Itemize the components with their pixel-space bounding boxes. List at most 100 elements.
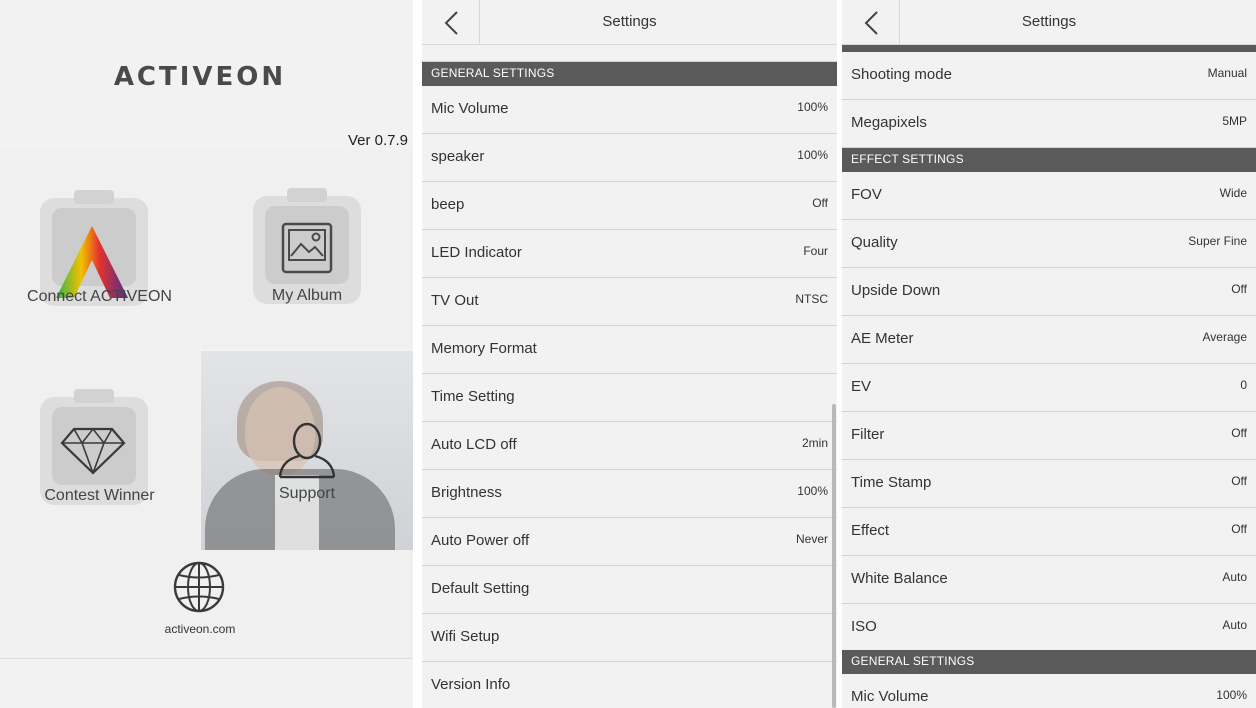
setting-label: White Balance [851,570,948,587]
settings-row-fov[interactable]: FOV Wide [842,172,1256,220]
setting-value: NTSC [795,292,828,306]
setting-value: Auto [1222,570,1247,584]
setting-label: TV Out [431,292,479,309]
setting-value: Super Fine [1188,234,1247,248]
settings-row-mic-volume[interactable]: Mic Volume 100% [422,86,837,134]
settings-row-time-setting[interactable]: Time Setting [422,374,837,422]
scrollbar[interactable] [832,404,836,708]
setting-label: Default Setting [431,580,530,597]
setting-value: Auto [1222,618,1247,632]
diamond-icon [60,427,126,475]
setting-value: Average [1202,330,1247,344]
connect-activeon-tile[interactable]: Connect ACTIVEON [0,150,199,349]
setting-label: Auto Power off [431,532,530,549]
setting-label: AE Meter [851,330,914,347]
settings-general-screen: Settings GENERAL SETTINGS Mic Volume 100%… [422,0,837,708]
setting-label: Quality [851,234,898,251]
setting-value: Wide [1219,186,1247,200]
settings-row-beep[interactable]: beep Off [422,182,837,230]
settings-topbar: Settings [422,0,837,45]
setting-value: Manual [1207,66,1247,80]
settings-row-white-balance[interactable]: White Balance Auto [842,556,1256,604]
home-header: ACTIVEON Ver 0.7.9 [0,0,413,150]
setting-value: Off [1231,426,1247,440]
setting-label: Auto LCD off [431,436,517,453]
setting-value: Off [1231,522,1247,536]
settings-row-led-indicator[interactable]: LED Indicator Four [422,230,837,278]
connect-activeon-label: Connect ACTIVEON [27,288,172,305]
settings-row-ev[interactable]: EV 0 [842,364,1256,412]
setting-label: Megapixels [851,114,927,131]
setting-value: 100% [797,484,828,498]
setting-value: Off [812,196,828,210]
website-link[interactable]: activeon.com [0,550,413,658]
setting-value: Four [803,244,828,258]
setting-value: 0 [1240,378,1247,392]
setting-label: Effect [851,522,890,539]
setting-label: FOV [851,186,882,203]
setting-label: speaker [431,148,485,165]
setting-label: EV [851,378,872,395]
settings-topbar: Settings [842,0,1256,45]
website-url: activeon.com [164,622,236,636]
settings-row-ae-meter[interactable]: AE Meter Average [842,316,1256,364]
setting-value: Off [1231,282,1247,296]
settings-effect-screen: Settings Shooting mode Manual Megapixels 5M… [842,0,1256,708]
support-label: Support [278,485,336,502]
section-header-general: GENERAL SETTINGS [422,62,837,86]
settings-row-effect[interactable]: Effect Off [842,508,1256,556]
settings-row-brightness[interactable]: Brightness 100% [422,470,837,518]
contest-winner-tile[interactable]: Contest Winner [0,351,199,550]
settings-row-filter[interactable]: Filter Off [842,412,1256,460]
contest-winner-label: Contest Winner [44,487,155,504]
setting-label: ISO [851,618,877,635]
setting-label: Time Stamp [851,474,932,491]
settings-row-time-stamp[interactable]: Time Stamp Off [842,460,1256,508]
setting-value: Never [795,532,828,546]
settings-row-auto-lcd-off[interactable]: Auto LCD off 2min [422,422,837,470]
setting-label: Mic Volume [431,100,509,117]
setting-label: beep [431,196,465,213]
section-header-effect: EFFECT SETTINGS [842,148,1256,172]
section-header-general: GENERAL SETTINGS [842,650,1256,674]
settings-row-version-info[interactable]: Version Info [422,662,837,708]
settings-row-quality[interactable]: Quality Super Fine [842,220,1256,268]
page-title: Settings [602,13,657,30]
section-header-partial [842,45,1256,52]
home-screen: ACTIVEON Ver 0.7.9 Connect ACTIVEON My A… [0,0,413,708]
setting-label: Mic Volume [851,688,929,705]
globe-icon [173,561,225,613]
user-support-icon [278,422,336,479]
settings-row-wifi-setup[interactable]: Wifi Setup [422,614,837,662]
setting-label: Brightness [431,484,502,501]
settings-row-megapixels[interactable]: Megapixels 5MP [842,100,1256,148]
settings-row-memory-format[interactable]: Memory Format [422,326,837,374]
setting-value: 2min [801,436,828,450]
settings-row-shooting-mode[interactable]: Shooting mode Manual [842,52,1256,100]
settings-row-mic-volume[interactable]: Mic Volume 100% [842,674,1256,708]
support-tile[interactable]: Support [201,351,413,550]
setting-label: Version Info [431,676,511,693]
setting-label: LED Indicator [431,244,522,261]
home-footer [0,658,413,708]
setting-label: Shooting mode [851,66,952,83]
page-title: Settings [1021,13,1077,30]
setting-label: Memory Format [431,340,537,357]
setting-value: Off [1231,474,1247,488]
setting-value: 5MP [1222,114,1247,128]
setting-label: Upside Down [851,282,941,299]
settings-row-tv-out[interactable]: TV Out NTSC [422,278,837,326]
setting-value: 100% [797,148,828,162]
list-item-partial [422,45,837,62]
setting-value: 100% [1216,688,1247,702]
setting-label: Filter [851,426,885,443]
my-album-tile[interactable]: My Album [201,150,413,349]
activeon-logo: ACTIVEON [113,62,287,92]
settings-row-upside-down[interactable]: Upside Down Off [842,268,1256,316]
app-version: Ver 0.7.9 [347,132,408,149]
setting-label: Time Setting [431,388,515,405]
settings-row-auto-power-off[interactable]: Auto Power off Never [422,518,837,566]
settings-row-default-setting[interactable]: Default Setting [422,566,837,614]
settings-row-speaker[interactable]: speaker 100% [422,134,837,182]
settings-row-iso[interactable]: ISO Auto [842,604,1256,652]
